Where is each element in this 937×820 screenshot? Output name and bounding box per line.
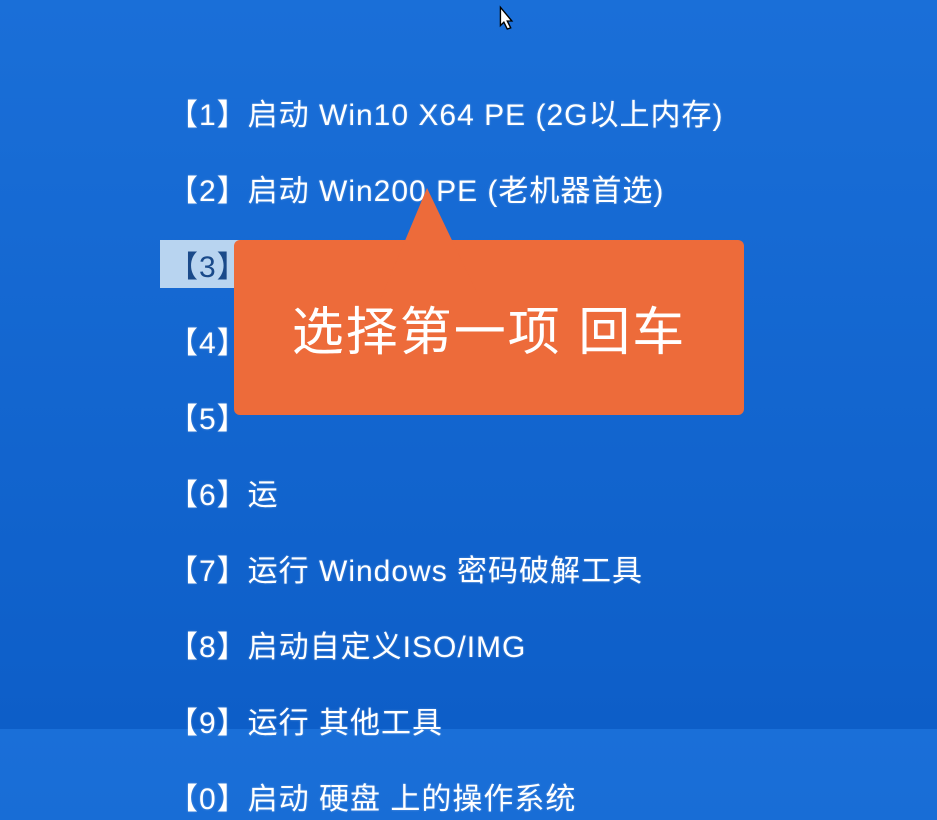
instruction-callout: 选择第一项 回车 [234, 240, 744, 415]
menu-item-7[interactable]: 【7】运行 Windows 密码破解工具 [160, 544, 731, 592]
menu-item-0[interactable]: 【0】启动 硬盘 上的操作系统 [160, 772, 731, 820]
menu-item-9[interactable]: 【9】运行 其他工具 [160, 696, 731, 744]
menu-item-6[interactable]: 【6】运 [160, 468, 731, 516]
menu-item-8[interactable]: 【8】启动自定义ISO/IMG [160, 620, 731, 668]
pointer-cursor-icon [490, 5, 520, 37]
callout-text: 选择第一项 回车 [292, 290, 686, 365]
menu-item-1[interactable]: 【1】启动 Win10 X64 PE (2G以上内存) [160, 88, 731, 136]
callout-arrow-icon [379, 188, 492, 303]
